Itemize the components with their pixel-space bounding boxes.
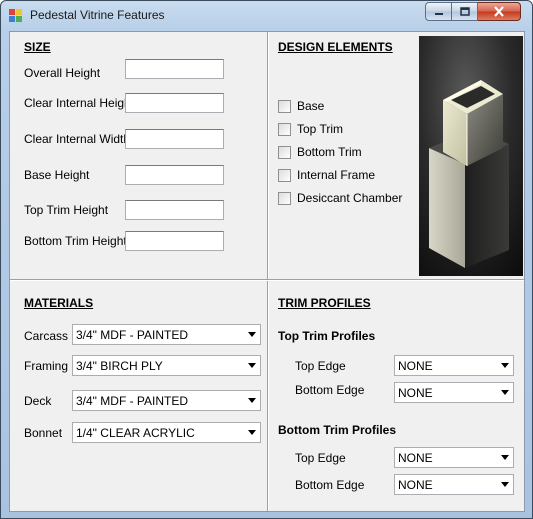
clear-internal-width-label: Clear Internal Width (24, 132, 131, 146)
bottom-trim-top-edge-value: NONE (398, 450, 433, 465)
top-trim-height-label: Top Trim Height (24, 203, 109, 217)
chevron-down-icon[interactable] (243, 391, 260, 410)
top-trim-checkbox-label: Top Trim (297, 122, 344, 136)
top-trim-top-edge-label: Top Edge (295, 359, 346, 373)
checkbox-box[interactable] (278, 145, 291, 159)
top-trim-height-input[interactable] (125, 200, 224, 220)
internal-frame-checkbox-label: Internal Frame (297, 168, 376, 182)
chevron-down-icon[interactable] (243, 325, 260, 344)
base-height-input[interactable] (125, 165, 224, 185)
base-checkbox[interactable]: Base (278, 99, 324, 113)
carcass-label: Carcass (24, 329, 69, 343)
checkbox-box[interactable] (278, 191, 291, 205)
checkbox-box[interactable] (278, 168, 291, 182)
bottom-trim-profiles-title: Bottom Trim Profiles (278, 423, 397, 437)
chevron-down-icon[interactable] (496, 448, 513, 467)
top-trim-top-edge-value: NONE (398, 358, 433, 373)
app-icon[interactable] (9, 9, 23, 22)
top-trim-checkbox[interactable]: Top Trim (278, 122, 343, 136)
chevron-down-icon[interactable] (496, 356, 513, 375)
carcass-select-value: 3/4" MDF - PAINTED (76, 327, 189, 342)
bonnet-label: Bonnet (24, 426, 63, 440)
framing-select[interactable]: 3/4" BIRCH PLY (72, 355, 261, 376)
bonnet-select[interactable]: 1/4" CLEAR ACRYLIC (72, 422, 261, 443)
top-trim-bottom-edge-label: Bottom Edge (295, 383, 365, 397)
top-trim-bottom-edge-select[interactable]: NONE (394, 382, 514, 403)
bottom-trim-bottom-edge-select[interactable]: NONE (394, 474, 514, 495)
bottom-trim-checkbox-label: Bottom Trim (297, 145, 362, 159)
design-elements-heading: DESIGN ELEMENTS (278, 40, 393, 54)
framing-label: Framing (24, 359, 69, 373)
client-area: SIZE Overall Height Clear Internal Heigh… (9, 31, 525, 512)
vertical-divider (267, 32, 269, 511)
vitrine-preview-image (419, 36, 523, 276)
close-button[interactable] (478, 2, 521, 21)
chevron-down-icon[interactable] (243, 423, 260, 442)
close-icon (494, 6, 504, 17)
desiccant-chamber-checkbox[interactable]: Desiccant Chamber (278, 191, 402, 205)
checkbox-box[interactable] (278, 99, 291, 113)
deck-select-value: 3/4" MDF - PAINTED (76, 393, 189, 408)
overall-height-input[interactable] (125, 59, 224, 79)
maximize-icon (459, 6, 470, 16)
clear-internal-width-input[interactable] (125, 129, 224, 149)
window-frame: Pedestal Vitrine Features SIZE Overall H… (0, 0, 533, 519)
base-checkbox-label: Base (297, 99, 325, 113)
desiccant-chamber-checkbox-label: Desiccant Chamber (297, 191, 403, 205)
bottom-trim-top-edge-label: Top Edge (295, 451, 346, 465)
framing-select-value: 3/4" BIRCH PLY (76, 358, 163, 373)
bottom-trim-top-edge-select[interactable]: NONE (394, 447, 514, 468)
top-trim-profiles-title: Top Trim Profiles (278, 329, 376, 343)
bottom-trim-height-input[interactable] (125, 231, 224, 251)
top-trim-top-edge-select[interactable]: NONE (394, 355, 514, 376)
deck-select[interactable]: 3/4" MDF - PAINTED (72, 390, 261, 411)
trim-profiles-heading: TRIM PROFILES (278, 296, 371, 310)
maximize-button[interactable] (452, 2, 478, 21)
bottom-trim-bottom-edge-value: NONE (398, 477, 433, 492)
internal-frame-checkbox[interactable]: Internal Frame (278, 168, 375, 182)
clear-internal-height-input[interactable] (125, 93, 224, 113)
bottom-trim-height-label: Bottom Trim Height (24, 234, 127, 248)
materials-heading: MATERIALS (24, 296, 94, 310)
bonnet-select-value: 1/4" CLEAR ACRYLIC (76, 425, 195, 440)
checkbox-box[interactable] (278, 122, 291, 136)
base-height-label: Base Height (24, 168, 90, 182)
carcass-select[interactable]: 3/4" MDF - PAINTED (72, 324, 261, 345)
chevron-down-icon[interactable] (243, 356, 260, 375)
chevron-down-icon[interactable] (496, 383, 513, 402)
horizontal-divider (10, 279, 524, 281)
deck-label: Deck (24, 394, 52, 408)
top-trim-bottom-edge-value: NONE (398, 385, 433, 400)
title-bar[interactable]: Pedestal Vitrine Features (1, 1, 532, 29)
bottom-trim-checkbox[interactable]: Bottom Trim (278, 145, 362, 159)
size-heading: SIZE (24, 40, 51, 54)
clear-internal-height-label: Clear Internal Height (24, 96, 135, 110)
chevron-down-icon[interactable] (496, 475, 513, 494)
bottom-trim-bottom-edge-label: Bottom Edge (295, 478, 365, 492)
overall-height-label: Overall Height (24, 66, 101, 80)
minimize-icon (434, 12, 443, 15)
window-title: Pedestal Vitrine Features (30, 8, 165, 22)
minimize-button[interactable] (425, 2, 452, 21)
